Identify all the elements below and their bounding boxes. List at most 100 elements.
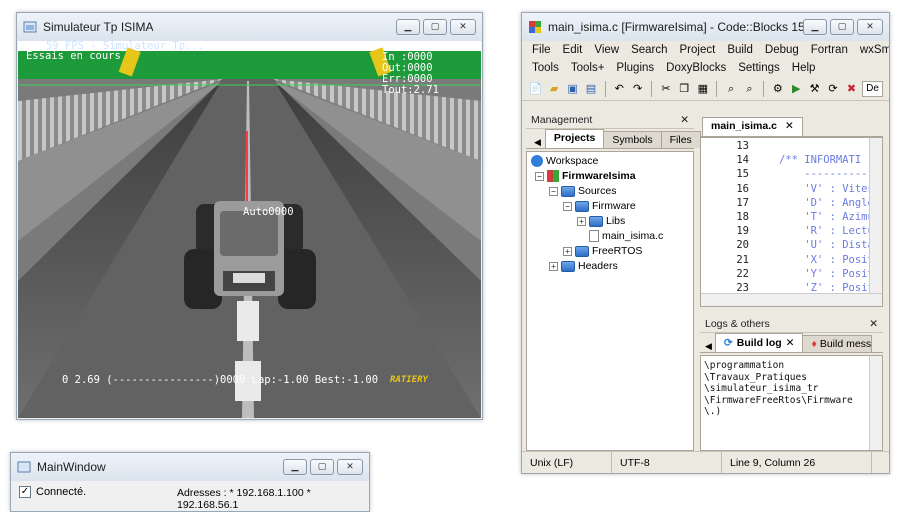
addresses-label: Adresses : * 192.168.1.100 * 192.168.56.… [177, 487, 311, 511]
simulation-viewport[interactable]: 59 FPS - Simulateur Tp... 16.38 Essais e… [18, 41, 481, 418]
line-number: 14 [736, 154, 749, 167]
build-target-select[interactable]: De [862, 80, 883, 97]
paste-icon[interactable]: ▦ [695, 80, 710, 97]
collapse-icon[interactable]: − [535, 171, 544, 181]
tab-projects[interactable]: Projects [544, 129, 605, 148]
new-file-icon[interactable]: 📄 [528, 80, 543, 97]
maximize-button[interactable]: ▢ [423, 19, 447, 35]
tab-files[interactable]: Files [660, 131, 701, 148]
editor-hscrollbar[interactable] [701, 293, 882, 306]
mainwindow-titlebar[interactable]: MainWindow ▁ ▢ ✕ [11, 453, 369, 481]
tree-file-main[interactable]: main_isima.c [589, 230, 663, 242]
save-icon[interactable]: ▣ [565, 80, 580, 97]
checkbox-icon[interactable]: ✓ [19, 486, 31, 498]
copy-icon[interactable]: ❐ [677, 80, 692, 97]
menu-edit[interactable]: Edit [557, 44, 589, 56]
minimize-button[interactable]: ▁ [396, 19, 420, 35]
menu-debug[interactable]: Debug [759, 44, 805, 56]
rebuild-icon[interactable]: ⟳ [825, 80, 840, 97]
cut-icon[interactable]: ✂ [658, 80, 673, 97]
close-icon[interactable]: ✕ [785, 120, 794, 134]
folder-icon [561, 260, 575, 272]
menu-search[interactable]: Search [625, 44, 673, 56]
tree-workspace[interactable]: Workspace [531, 155, 598, 167]
expand-icon[interactable]: + [563, 246, 572, 256]
logs-header: Logs & others ✕ [700, 315, 883, 333]
close-icon[interactable]: ✕ [680, 114, 689, 126]
menu-tools[interactable]: Tools [526, 62, 565, 74]
code-line: 'U' : Distanc [779, 239, 883, 252]
menu-view[interactable]: View [588, 44, 625, 56]
codeblocks-icon [529, 21, 541, 33]
close-icon[interactable]: ✕ [786, 337, 795, 349]
collapse-icon[interactable]: − [563, 201, 572, 211]
editor-vscrollbar[interactable] [869, 138, 882, 306]
menu-build[interactable]: Build [721, 44, 759, 56]
tree-label: FreeRTOS [592, 245, 643, 257]
line-number: 13 [736, 140, 749, 152]
build-log-output[interactable]: \programmation \Travaux_Pratiques \simulat… [700, 355, 883, 451]
tree-sources[interactable]: − Sources [549, 185, 617, 197]
tab-build-messages[interactable]: ♦ Build messa [802, 335, 873, 352]
menu-bar-2: Tools Tools+ Plugins DoxyBlocks Settings… [522, 59, 889, 77]
tab-scroll-left-icon[interactable]: ◀ [702, 341, 715, 352]
run-icon[interactable]: ▶ [789, 80, 804, 97]
gear-icon[interactable]: ⚙ [770, 80, 785, 97]
tab-symbols[interactable]: Symbols [603, 131, 662, 148]
simulator-titlebar[interactable]: Simulateur Tp ISIMA ▁ ▢ ✕ [17, 13, 482, 41]
codeblocks-titlebar[interactable]: main_isima.c [FirmwareIsima] - Code::Blo… [522, 13, 889, 41]
editor-tab-main[interactable]: main_isima.c ✕ [702, 117, 803, 136]
tree-firmware[interactable]: − Firmware [563, 200, 636, 212]
window-title: Simulateur Tp ISIMA [43, 20, 154, 34]
scene-graphic [18, 41, 481, 418]
code-editor[interactable]: 13 14 /** INFORMATI 15 ---------- 16 'V' : V… [700, 137, 883, 307]
close-button[interactable]: ✕ [337, 459, 363, 475]
collapse-icon[interactable]: − [549, 186, 558, 196]
tree-project[interactable]: − FirmwareIsima [535, 170, 636, 182]
menu-fortran[interactable]: Fortran [805, 44, 854, 56]
minimize-button[interactable]: ▁ [803, 19, 827, 35]
log-line: \.) [704, 406, 722, 417]
status-bar: Unix (LF) UTF-8 Line 9, Column 26 [522, 451, 889, 473]
open-icon[interactable]: ▰ [546, 80, 561, 97]
menu-help[interactable]: Help [786, 62, 822, 74]
menu-settings[interactable]: Settings [732, 62, 786, 74]
redo-icon[interactable]: ↷ [630, 80, 645, 97]
code-line: 'T' : Azimut [779, 211, 881, 223]
tree-headers[interactable]: + Headers [549, 260, 618, 272]
close-icon[interactable]: ✕ [869, 318, 878, 330]
menu-tools-plus[interactable]: Tools+ [565, 62, 611, 74]
tree-label: Libs [606, 215, 626, 227]
undo-icon[interactable]: ↶ [612, 80, 627, 97]
log-vscrollbar[interactable] [869, 356, 882, 450]
find-icon[interactable]: ⌕ [723, 80, 738, 97]
tree-label: FirmwareIsima [562, 170, 636, 182]
menu-plugins[interactable]: Plugins [610, 62, 660, 74]
save-all-icon[interactable]: ▤ [583, 80, 598, 97]
menu-doxyblocks[interactable]: DoxyBlocks [660, 62, 732, 74]
code-line: /** INFORMATI [779, 154, 862, 167]
menu-file[interactable]: File [526, 44, 557, 56]
build-icon[interactable]: ⚒ [807, 80, 822, 97]
maximize-button[interactable]: ▢ [310, 459, 334, 475]
connected-checkbox[interactable]: ✓ Connecté. [19, 486, 86, 498]
menu-wxsmith[interactable]: wxSmith [854, 44, 889, 56]
code-line: 'D' : Angle g [779, 196, 883, 209]
tree-freertos[interactable]: + FreeRTOS [563, 245, 642, 257]
stop-icon[interactable]: ✖ [844, 80, 859, 97]
tree-libs[interactable]: + Libs [577, 215, 625, 227]
tab-build-log[interactable]: ⟳ Build log ✕ [714, 333, 804, 352]
close-button[interactable]: ✕ [857, 19, 883, 35]
workspace-icon [531, 155, 543, 167]
expand-icon[interactable]: + [549, 261, 558, 271]
tab-scroll-left-icon[interactable]: ◀ [530, 137, 545, 148]
line-number: 16 [736, 182, 749, 195]
minimize-button[interactable]: ▁ [283, 459, 307, 475]
expand-icon[interactable]: + [577, 216, 586, 226]
replace-icon[interactable]: ⌕ [742, 80, 757, 97]
code-line: 'Y' : Positio [779, 267, 883, 280]
maximize-button[interactable]: ▢ [830, 19, 854, 35]
line-number: 18 [736, 211, 749, 223]
menu-project[interactable]: Project [674, 44, 722, 56]
close-button[interactable]: ✕ [450, 19, 476, 35]
